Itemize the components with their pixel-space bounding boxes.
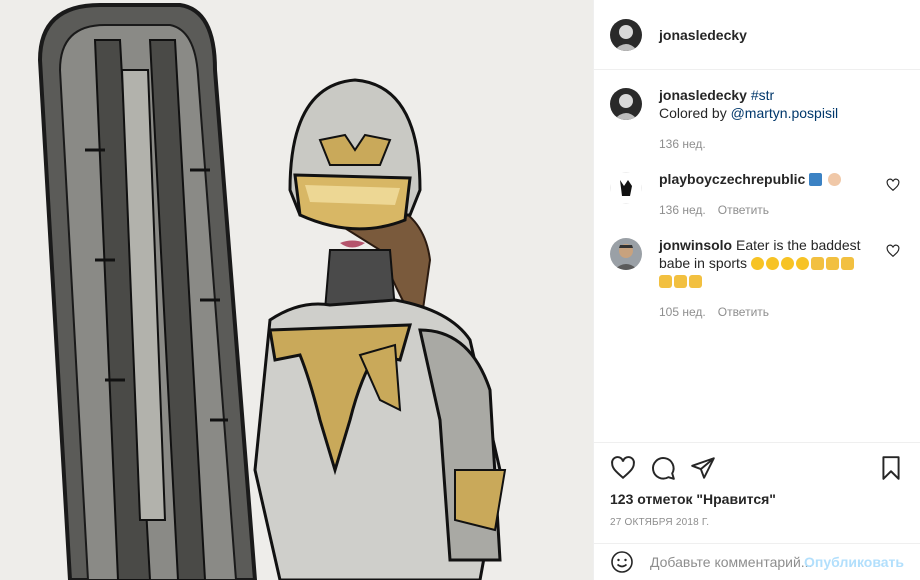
comment-bubble-icon[interactable] — [650, 455, 676, 481]
comment-time[interactable]: 105 нед. — [659, 303, 706, 321]
horns-emoji-icon — [689, 275, 702, 288]
caption: jonasledecky #str Colored by @martyn.pos… — [610, 86, 904, 153]
comment-input[interactable]: Добавьте комментарий... — [650, 554, 812, 570]
illustration — [0, 0, 593, 580]
reply-button[interactable]: Ответить — [718, 303, 769, 321]
thumbs-up-emoji-icon — [828, 173, 842, 186]
add-comment-bar: Добавьте комментарий... Опубликовать — [594, 543, 920, 580]
comment-meta: 105 нед. Ответить — [659, 303, 879, 321]
caption-time[interactable]: 136 нед. — [659, 135, 706, 153]
comment-like-heart-icon[interactable] — [886, 178, 900, 192]
heart-eyes-emoji-icon — [780, 257, 794, 270]
post-actions: 123 отметок "Нравится" 27 ОКТЯБРЯ 2018 Г… — [594, 442, 920, 528]
caption-author[interactable]: jonasledecky — [659, 87, 747, 103]
comment-avatar[interactable] — [610, 172, 642, 204]
likes-count[interactable]: 123 отметок "Нравится" — [610, 491, 904, 507]
horns-emoji-icon — [674, 275, 687, 288]
horns-emoji-icon — [810, 257, 824, 270]
comment-body: playboyczechrepublic 136 нед. Ответить — [659, 170, 879, 219]
caption-avatar[interactable] — [610, 88, 642, 120]
instagram-post: jonasledecky jonasledecky #str Colored b… — [0, 0, 920, 580]
comment-item: jonwinsolo Eater is the baddest babe in … — [610, 236, 904, 321]
anchor-emoji-icon — [809, 173, 823, 186]
comment-author[interactable]: playboyczechrepublic — [659, 171, 805, 187]
comment-time[interactable]: 136 нед. — [659, 201, 706, 219]
comment-meta: 136 нед. Ответить — [659, 201, 879, 219]
save-bookmark-icon[interactable] — [878, 455, 904, 481]
heart-eyes-emoji-icon — [765, 257, 779, 270]
caption-mention[interactable]: @martyn.pospisil — [731, 105, 839, 121]
post-side-panel: jonasledecky jonasledecky #str Colored b… — [593, 0, 920, 580]
post-image[interactable] — [0, 0, 593, 580]
horns-emoji-icon — [840, 257, 854, 270]
comments-list: jonasledecky #str Colored by @martyn.pos… — [594, 70, 920, 442]
heart-eyes-emoji-icon — [795, 257, 809, 270]
caption-meta: 136 нед. — [659, 135, 879, 153]
comment-body: jonwinsolo Eater is the baddest babe in … — [659, 236, 879, 321]
post-header: jonasledecky — [594, 0, 920, 70]
reply-button[interactable]: Ответить — [718, 201, 769, 219]
comment-avatar[interactable] — [610, 238, 642, 270]
comment-author[interactable]: jonwinsolo — [659, 237, 732, 253]
share-send-icon[interactable] — [690, 455, 716, 481]
like-heart-icon[interactable] — [610, 455, 636, 481]
publish-button[interactable]: Опубликовать — [804, 554, 904, 570]
caption-hashtag[interactable]: #str — [751, 87, 774, 103]
horns-emoji-icon — [825, 257, 839, 270]
action-icons — [610, 453, 904, 483]
emoji-smile-icon[interactable] — [610, 550, 634, 574]
comment-item: playboyczechrepublic 136 нед. Ответить — [610, 170, 904, 219]
caption-body: jonasledecky #str Colored by @martyn.pos… — [659, 86, 879, 153]
caption-text: Colored by — [659, 105, 731, 121]
horns-emoji-icon — [659, 275, 672, 288]
post-date[interactable]: 27 ОКТЯБРЯ 2018 Г. — [610, 517, 904, 528]
comment-like-heart-icon[interactable] — [886, 244, 900, 258]
author-username[interactable]: jonasledecky — [659, 27, 747, 43]
heart-eyes-emoji-icon — [750, 257, 764, 270]
author-avatar[interactable] — [610, 18, 642, 51]
